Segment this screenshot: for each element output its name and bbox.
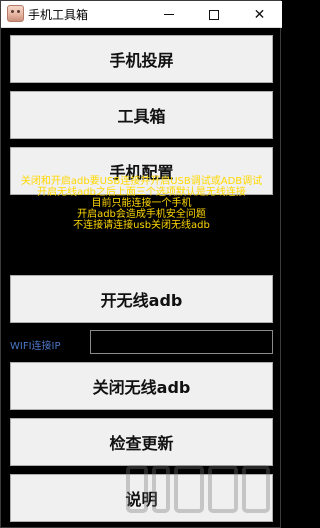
disable-wireless-adb-label: 关闭无线adb (92, 378, 191, 397)
notice-line: 开启adb会造成手机安全问题 (77, 209, 206, 220)
app-icon (7, 5, 24, 22)
title-bar[interactable]: 手机工具箱 ✕ (1, 1, 282, 28)
notice-line: 不连接请连接usb关闭无线adb (73, 220, 210, 231)
maximize-button[interactable] (191, 1, 236, 28)
close-icon: ✕ (253, 6, 266, 23)
disable-wireless-adb-button[interactable]: 关闭无线adb (10, 362, 273, 410)
app-window: 手机工具箱 ✕ 手机投屏 工具箱 手机配置 关闭和开启adb要USB连接并开启U… (0, 0, 282, 528)
maximize-icon (208, 9, 219, 20)
wifi-ip-input[interactable] (90, 330, 273, 354)
wifi-ip-label: WIFI连接IP (10, 341, 61, 352)
help-button[interactable]: 说明 (10, 474, 273, 522)
enable-wireless-adb-button[interactable]: 开无线adb (10, 275, 273, 323)
toolbox-button[interactable]: 工具箱 (10, 91, 273, 139)
notice-line: 关闭和开启adb要USB连接并开启USB调试或ADB调试 (20, 176, 263, 187)
enable-wireless-adb-label: 开无线adb (100, 291, 183, 310)
screen-mirror-label: 手机投屏 (109, 51, 174, 70)
window-title: 手机工具箱 (28, 8, 89, 22)
check-update-label: 检查更新 (109, 434, 174, 453)
notice-line: 开启无线adb之后上面三个选项默认是无线连接 (37, 187, 246, 198)
check-update-button[interactable]: 检查更新 (10, 418, 273, 466)
minimize-button[interactable] (146, 1, 191, 28)
adb-notice: 关闭和开启adb要USB连接并开启USB调试或ADB调试 开启无线adb之后上面… (1, 176, 282, 231)
screen-mirror-button[interactable]: 手机投屏 (10, 35, 273, 83)
help-label: 说明 (125, 490, 158, 509)
notice-line: 目前只能连接一个手机 (91, 198, 192, 209)
close-button[interactable]: ✕ (237, 1, 282, 28)
toolbox-label: 工具箱 (117, 107, 166, 126)
minimize-icon (163, 14, 174, 15)
